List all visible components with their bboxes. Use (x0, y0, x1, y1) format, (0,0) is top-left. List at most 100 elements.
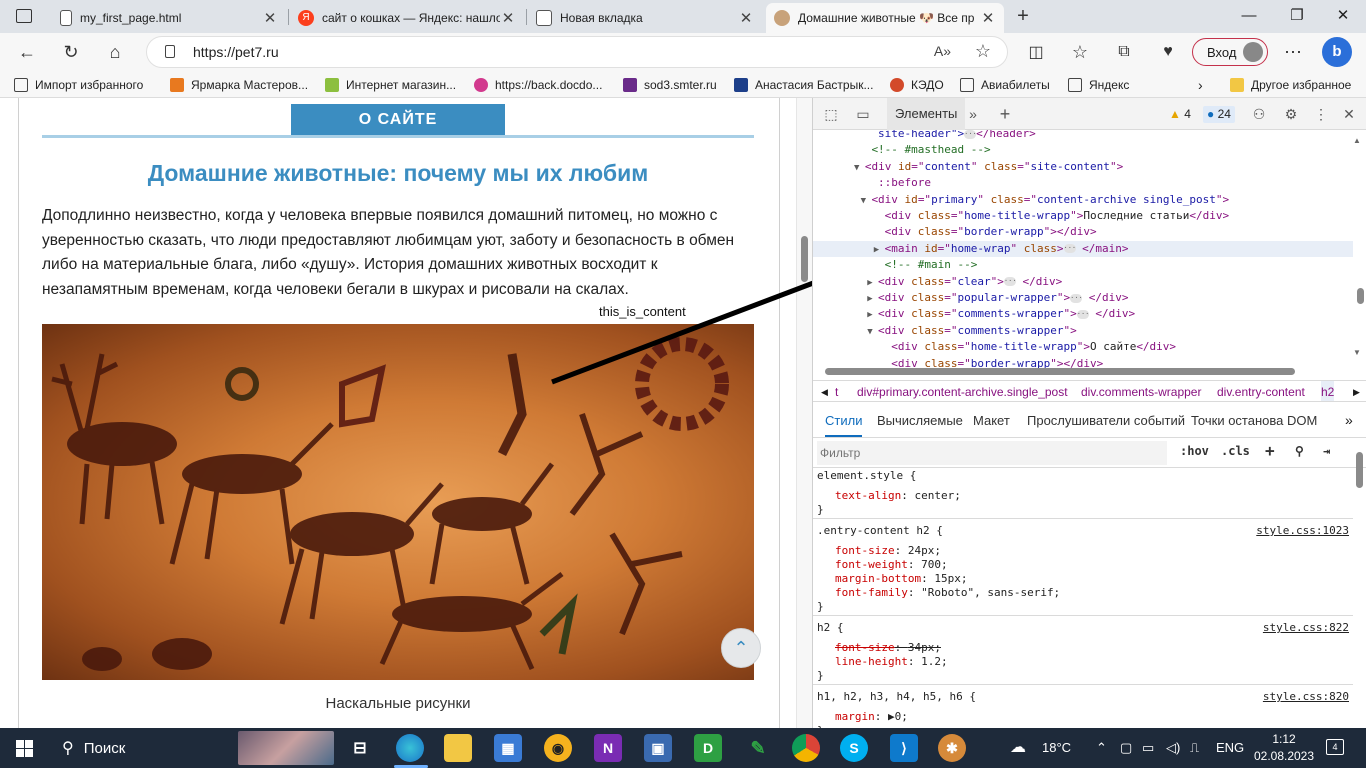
dom-node-line[interactable]: <div class="border-wrapp"></div> (813, 224, 1353, 240)
doc-app-icon[interactable]: D (694, 734, 722, 762)
scroll-to-top-button[interactable]: ⌃ (721, 628, 761, 668)
dom-node-line[interactable]: ▼ <div id="primary" class="content-archi… (813, 192, 1353, 208)
hov-toggle[interactable]: :hov (1180, 444, 1209, 458)
dom-horizontal-scroll-thumb[interactable] (825, 368, 1295, 375)
expanded-triangle-icon[interactable]: ▼ (861, 196, 872, 206)
vscode-icon[interactable]: ⟩ (890, 734, 918, 762)
home-icon[interactable]: ⌂ (100, 37, 130, 67)
breadcrumb-item[interactable]: h2 (1321, 381, 1335, 401)
collapsed-triangle-icon[interactable]: ▶ (867, 294, 878, 304)
close-tab-icon[interactable]: ✕ (500, 9, 516, 27)
css-source-link[interactable]: style.css:820 (1263, 690, 1349, 703)
css-property[interactable]: font-weight: 700; (835, 558, 948, 572)
windows-start-icon[interactable] (16, 740, 33, 757)
cls-toggle[interactable]: .cls (1221, 444, 1250, 458)
device-toolbar-icon[interactable]: ▭ (853, 104, 873, 124)
tab-yandex-search[interactable]: Я сайт о кошках — Яндекс: нашло ✕ (290, 3, 524, 33)
dom-node-line[interactable]: ▶ <div class="clear">··· </div> (813, 274, 1353, 290)
dom-node-line[interactable]: ▶ <main id="home-wrap" class>··· </main> (813, 240, 1353, 257)
css-property[interactable]: line-height: 1.2; (835, 655, 948, 669)
dom-node-line[interactable]: site-header">···</header> (813, 130, 1353, 142)
weather-temp[interactable]: 18°C (1042, 728, 1071, 768)
volume-icon[interactable]: ◁) (1166, 728, 1180, 768)
tab-pets-active[interactable]: Домашние животные 🐶 Все пр ✕ (766, 3, 1004, 33)
tab-my-first-page[interactable]: my_first_page.html ✕ (52, 3, 286, 33)
css-rules-list[interactable]: element.style {text-align: center;} .entr… (813, 469, 1353, 728)
read-aloud-icon[interactable]: A» (934, 43, 951, 59)
breadcrumb-item[interactable]: t (835, 381, 838, 401)
paint-icon[interactable]: ✱ (938, 734, 966, 762)
collapsed-triangle-icon[interactable]: ▶ (867, 310, 878, 320)
collapsed-triangle-icon[interactable]: ▶ (867, 278, 878, 288)
dom-node-line[interactable]: ▼ <div id="content" class="site-content"… (813, 159, 1353, 175)
breadcrumb-item[interactable]: div#primary.content-archive.single_post (857, 381, 1068, 401)
styles-filter-input[interactable] (817, 441, 1167, 465)
fav-smter[interactable]: sod3.smter.ru (623, 75, 717, 95)
messages-badge[interactable]: ● 24 (1203, 106, 1235, 123)
window-close-button[interactable]: ✕ (1320, 4, 1366, 28)
dom-vertical-scroll-thumb[interactable] (1357, 288, 1364, 304)
css-property[interactable]: font-size: 24px; (835, 544, 941, 558)
restore-button[interactable]: ❐ (1274, 4, 1320, 28)
page-scroll-thumb[interactable] (801, 236, 808, 282)
devtools-more-icon[interactable]: ⋮ (1311, 104, 1331, 124)
dom-node-line[interactable]: ▶ <div class="popular-wrapper">··· </div… (813, 290, 1353, 306)
tab-styles[interactable]: Стили (825, 404, 863, 437)
menu-dots-icon[interactable]: ⋯ (1278, 37, 1308, 67)
breadcrumb-left-icon[interactable]: ◀ (821, 381, 828, 401)
yandex-browser-icon[interactable]: ◉ (544, 734, 572, 762)
expanded-triangle-icon[interactable]: ▼ (867, 327, 878, 337)
css-property[interactable]: margin-bottom: 15px; (835, 572, 967, 586)
new-tab-button[interactable]: + (1012, 5, 1034, 27)
css-property[interactable]: margin: ▶0; (835, 710, 908, 724)
breadcrumb-item[interactable]: div.comments-wrapper (1081, 381, 1201, 401)
computed-sidebar-icon[interactable]: ⇥ (1323, 444, 1330, 458)
language-indicator[interactable]: ENG (1216, 728, 1244, 768)
fav-bastryk[interactable]: Анастасия Бастрык... (734, 75, 873, 95)
expanded-triangle-icon[interactable]: ▼ (854, 163, 865, 173)
element-state-icon[interactable]: ⚲ (1295, 444, 1304, 458)
inspect-icon[interactable]: ⬚ (821, 104, 841, 124)
dom-scroll-down-icon[interactable]: ▼ (1353, 348, 1361, 357)
battery-icon[interactable]: ▭ (1142, 728, 1154, 768)
page-scrollbar[interactable] (796, 98, 812, 728)
css-property[interactable]: text-align: center; (835, 489, 961, 503)
fav-import[interactable]: Импорт избранного (14, 75, 143, 95)
address-bar[interactable]: https://pet7.ru A» ☆ (146, 36, 1008, 68)
dom-scroll-up-icon[interactable]: ▲ (1353, 136, 1361, 145)
tab-layout[interactable]: Макет (973, 404, 1010, 437)
styles-scroll-thumb[interactable] (1356, 452, 1363, 488)
breadcrumb-item[interactable]: div.entry-content (1217, 381, 1305, 401)
task-view-icon[interactable]: ⊟ (346, 734, 374, 762)
tab-new-tab[interactable]: Новая вкладка ✕ (528, 3, 762, 33)
bing-icon[interactable]: b (1322, 37, 1352, 67)
css-property[interactable]: font-family: "Roboto", sans-serif; (835, 586, 1060, 600)
collapsed-dots[interactable]: ··· (1076, 309, 1089, 319)
taskbar-search[interactable]: ⚲ Поиск (48, 728, 338, 768)
split-screen-icon[interactable]: ◫ (1021, 37, 1051, 67)
css-selector[interactable]: element.style { (817, 469, 916, 483)
skype-icon[interactable]: S (840, 734, 868, 762)
refresh-icon[interactable]: ↻ (56, 37, 86, 67)
url-text[interactable]: https://pet7.ru (193, 44, 279, 60)
collapsed-dots[interactable]: ··· (1070, 293, 1083, 303)
warnings-badge[interactable]: ▲ 4 (1165, 106, 1195, 123)
css-selector[interactable]: h1, h2, h3, h4, h5, h6 { (817, 690, 976, 704)
store-icon[interactable]: ▦ (494, 734, 522, 762)
pen-app-icon[interactable]: ✎ (744, 734, 772, 762)
collapsed-triangle-icon[interactable]: ▶ (874, 245, 885, 255)
dom-node-line[interactable]: <!-- #main --> (813, 257, 1353, 273)
network-icon[interactable]: ⎍ (1190, 728, 1199, 768)
collections-icon[interactable]: ⧉ (1109, 37, 1139, 67)
dom-node-line[interactable]: <!-- #masthead --> (813, 142, 1353, 158)
edge-icon[interactable] (396, 734, 424, 762)
remote-desktop-icon[interactable]: ▣ (644, 734, 672, 762)
lock-icon[interactable] (165, 45, 175, 58)
tab-computed[interactable]: Вычисляемые (877, 404, 963, 437)
login-button[interactable]: Вход (1192, 38, 1268, 66)
onenote-icon[interactable]: N (594, 734, 622, 762)
breadcrumb-right-icon[interactable]: ▶ (1353, 381, 1360, 401)
chrome-icon[interactable] (792, 734, 820, 762)
close-tab-icon[interactable]: ✕ (262, 9, 278, 27)
dom-node-line[interactable]: <div class="home-title-wrapp">О сайте</d… (813, 339, 1353, 355)
